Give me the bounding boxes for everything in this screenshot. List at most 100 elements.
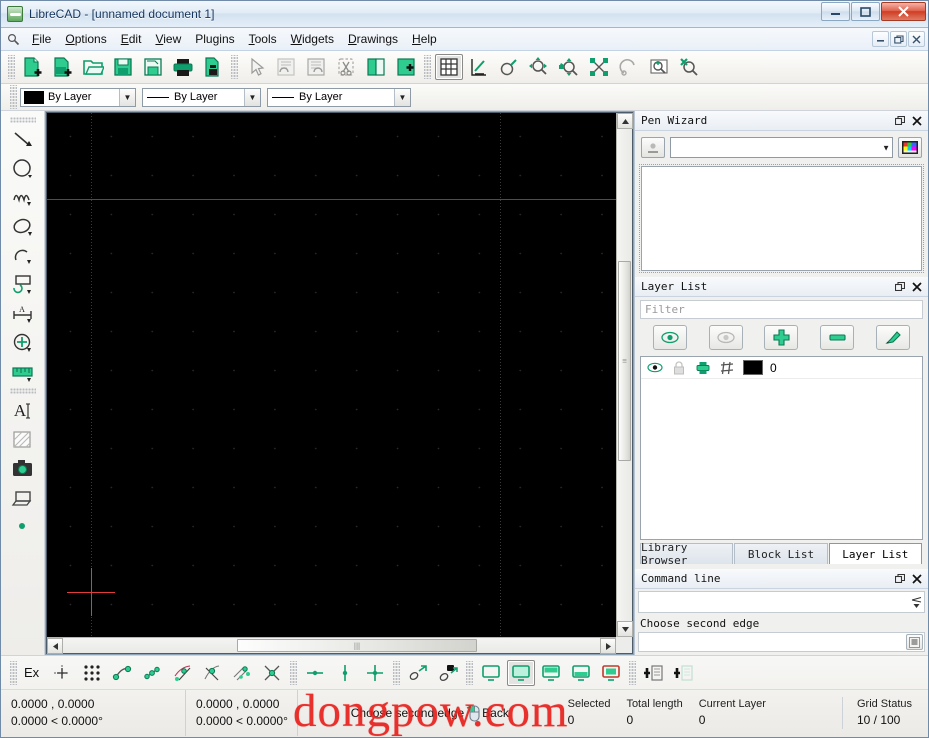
document-system-menu-icon[interactable] bbox=[5, 31, 21, 47]
menu-drawings[interactable]: Drawings bbox=[341, 29, 405, 49]
tools-toolbar-handle[interactable] bbox=[9, 117, 36, 123]
dimension-icon[interactable]: A bbox=[8, 299, 38, 328]
layer-list-float-icon[interactable] bbox=[893, 280, 907, 294]
mdi-restore-button[interactable] bbox=[890, 31, 907, 47]
menu-help[interactable]: Help bbox=[405, 29, 444, 49]
snap-free-icon[interactable] bbox=[48, 660, 76, 686]
menu-tools[interactable]: Tools bbox=[242, 29, 284, 49]
layer-color-swatch[interactable] bbox=[743, 360, 763, 375]
zoom-auto-icon[interactable] bbox=[525, 54, 553, 80]
copy-icon[interactable] bbox=[362, 54, 390, 80]
draw-order-icon[interactable] bbox=[465, 54, 493, 80]
layer-visible-icon[interactable] bbox=[643, 362, 667, 373]
grid-toggle-icon[interactable] bbox=[435, 54, 463, 80]
chevron-down-icon[interactable]: ▼ bbox=[244, 88, 260, 106]
insert-point-icon[interactable] bbox=[8, 512, 38, 541]
relative-zero-icon[interactable] bbox=[404, 660, 432, 686]
insert-text-icon[interactable]: A bbox=[8, 396, 38, 425]
layer-table[interactable]: 0 bbox=[640, 356, 923, 540]
restrict-orthogonal-icon[interactable] bbox=[361, 660, 389, 686]
menu-options[interactable]: Options bbox=[58, 29, 113, 49]
penwizard-toggle-icon[interactable] bbox=[597, 660, 625, 686]
canvas-horizontal-scrollbar[interactable]: ||| bbox=[47, 637, 616, 654]
restrict-vertical-icon[interactable] bbox=[331, 660, 359, 686]
close-button[interactable] bbox=[881, 2, 926, 21]
zoom-redraw-icon[interactable] bbox=[645, 54, 673, 80]
open-file-icon[interactable] bbox=[79, 54, 107, 80]
insert-image-icon[interactable] bbox=[8, 454, 38, 483]
menu-file[interactable]: File bbox=[25, 29, 58, 49]
scroll-right-button[interactable] bbox=[600, 638, 616, 654]
minimize-button[interactable] bbox=[821, 2, 850, 21]
mdi-minimize-button[interactable] bbox=[872, 31, 889, 47]
zoom-window-icon[interactable] bbox=[495, 54, 523, 80]
command-history-area[interactable] bbox=[638, 591, 925, 613]
add-layer-button[interactable] bbox=[764, 325, 799, 350]
tab-library-browser[interactable]: Library Browser bbox=[640, 541, 734, 567]
layer-construction-icon[interactable] bbox=[715, 361, 739, 375]
menu-widgets[interactable]: Widgets bbox=[284, 29, 341, 49]
drawing-canvas[interactable] bbox=[47, 113, 616, 637]
layer-filter-input[interactable]: Filter bbox=[640, 300, 923, 319]
modify-entity-icon[interactable] bbox=[8, 270, 38, 299]
snap-endpoint-icon[interactable] bbox=[108, 660, 136, 686]
table-row[interactable]: 0 bbox=[641, 357, 922, 379]
command-history-scroll[interactable] bbox=[910, 593, 923, 611]
add-block-layer-icon[interactable] bbox=[670, 660, 698, 686]
mdi-close-button[interactable] bbox=[908, 31, 925, 47]
pen-color-button[interactable] bbox=[898, 137, 922, 158]
add-block-icon[interactable] bbox=[640, 660, 668, 686]
draw-arc-icon[interactable] bbox=[8, 241, 38, 270]
attribute-toolbar-handle[interactable] bbox=[10, 85, 17, 109]
command-line-close-icon[interactable] bbox=[910, 572, 924, 586]
hide-all-layers-button[interactable] bbox=[708, 325, 743, 350]
toolbar-handle[interactable] bbox=[8, 55, 15, 79]
restrict-horizontal-icon[interactable] bbox=[301, 660, 329, 686]
lock-relative-zero-icon[interactable] bbox=[434, 660, 462, 686]
layer-name[interactable]: 0 bbox=[767, 361, 777, 375]
snap-center-icon[interactable] bbox=[168, 660, 196, 686]
save-file-icon[interactable] bbox=[109, 54, 137, 80]
draw-line-icon[interactable] bbox=[8, 125, 38, 154]
snap-grid-icon[interactable] bbox=[78, 660, 106, 686]
line-type-combo[interactable]: By Layer ▼ bbox=[267, 87, 411, 107]
command-input[interactable] bbox=[638, 632, 925, 652]
tab-layer-list[interactable]: Layer List bbox=[828, 543, 922, 564]
snap-toolbar-handle[interactable] bbox=[10, 660, 17, 685]
select-pointer-icon[interactable] bbox=[242, 54, 270, 80]
show-all-layers-button[interactable] bbox=[652, 325, 687, 350]
zoom-previous-icon[interactable] bbox=[615, 54, 643, 80]
pen-pattern-combo[interactable]: ▼ bbox=[670, 137, 893, 158]
chevron-down-icon[interactable]: ▼ bbox=[882, 143, 890, 152]
layerlist-toggle-icon[interactable] bbox=[567, 660, 595, 686]
snap-on-entity-icon[interactable] bbox=[138, 660, 166, 686]
command-menu-icon[interactable] bbox=[906, 634, 923, 650]
insert-hatch-icon[interactable] bbox=[8, 425, 38, 454]
command-line-float-icon[interactable] bbox=[893, 572, 907, 586]
layer-color-combo[interactable]: By Layer ▼ bbox=[20, 87, 136, 107]
scroll-up-button[interactable] bbox=[617, 113, 633, 129]
canvas-vertical-scrollbar[interactable]: ≡ bbox=[616, 113, 633, 637]
edit-layer-button[interactable] bbox=[876, 325, 911, 350]
zoom-panning-icon[interactable] bbox=[585, 54, 613, 80]
chevron-down-icon[interactable]: ▼ bbox=[394, 88, 410, 106]
snap-intersection-icon[interactable] bbox=[258, 660, 286, 686]
draw-ellipse-icon[interactable] bbox=[8, 212, 38, 241]
scroll-left-button[interactable] bbox=[47, 638, 63, 654]
layer-print-icon[interactable] bbox=[691, 361, 715, 375]
menu-plugins[interactable]: Plugins bbox=[188, 29, 241, 49]
snap-distance-icon[interactable] bbox=[228, 660, 256, 686]
pen-wizard-float-icon[interactable] bbox=[893, 114, 907, 128]
print-preview-icon[interactable] bbox=[199, 54, 227, 80]
cut-icon[interactable] bbox=[332, 54, 360, 80]
pen-pick-button[interactable] bbox=[641, 137, 665, 158]
layer-list-close-icon[interactable] bbox=[910, 280, 924, 294]
chevron-down-icon[interactable]: ▼ bbox=[119, 88, 135, 106]
remove-layer-button[interactable] bbox=[820, 325, 855, 350]
maximize-button[interactable] bbox=[851, 2, 880, 21]
snap-options-icon[interactable] bbox=[8, 328, 38, 357]
insert-block-icon[interactable] bbox=[8, 483, 38, 512]
menu-view[interactable]: View bbox=[148, 29, 188, 49]
statusbar-toggle-icon[interactable] bbox=[507, 659, 536, 686]
snap-middle-icon[interactable] bbox=[198, 660, 226, 686]
